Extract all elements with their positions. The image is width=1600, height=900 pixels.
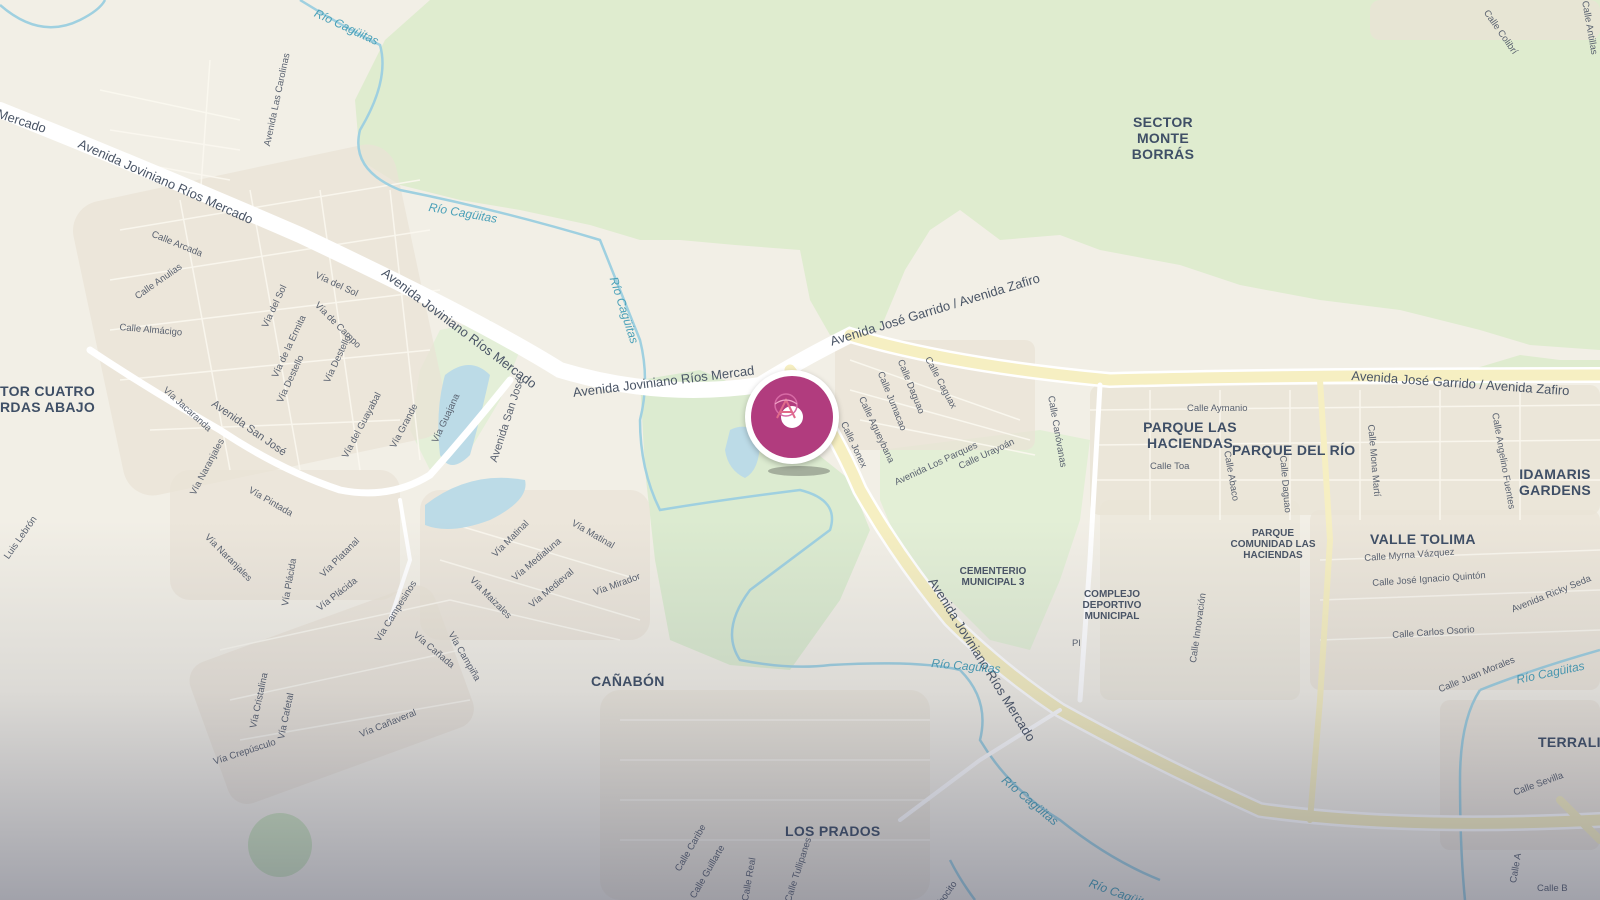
street-label: Calle Aymanio — [1187, 403, 1248, 414]
neighborhood-canabon: CAÑABÓN — [591, 673, 665, 689]
neighborhood-parque-del-rio: PARQUE DEL RÍO — [1232, 442, 1356, 458]
poi-complejo-deportivo: COMPLEJO DEPORTIVO MUNICIPAL — [1082, 589, 1142, 622]
neighborhood-sector-cuatro: TOR CUATRO — [0, 383, 96, 399]
neighborhood-parque-las-haciendas: PARQUE LAS HACIENDAS — [1143, 419, 1237, 451]
street-label: Pl — [1072, 638, 1081, 649]
neighborhood-valle-tolima: VALLE TOLIMA — [1370, 531, 1476, 547]
neighborhood-terralin: TERRALIN — [1538, 734, 1600, 750]
map-canvas[interactable]: SECTOR MONTE BORRÁS TOR CUATRO RDAS ABAJ… — [0, 0, 1600, 900]
location-marker[interactable] — [745, 370, 839, 464]
neighborhood-los-prados: LOS PRADOS — [785, 823, 881, 839]
neighborhood-idamaris-gardens: IDAMARIS GARDENS — [1518, 466, 1592, 498]
neighborhood-sector-cuatro-abajo: RDAS ABAJO — [0, 399, 96, 415]
poi-cementerio: CEMENTERIO MUNICIPAL 3 — [959, 566, 1027, 588]
street-label: Calle Toa — [1150, 461, 1190, 472]
marker-logo-icon — [774, 393, 798, 419]
marker-shadow — [768, 466, 830, 476]
poi-parque-comunidad: PARQUE COMUNIDAD LAS HACIENDAS — [1230, 528, 1316, 561]
neighborhood-sector-monte-borras: SECTOR MONTE BORRÁS — [1131, 114, 1195, 162]
location-pin-icon — [751, 376, 833, 458]
street-label: Calle B — [1537, 883, 1568, 894]
small-park — [248, 813, 312, 877]
